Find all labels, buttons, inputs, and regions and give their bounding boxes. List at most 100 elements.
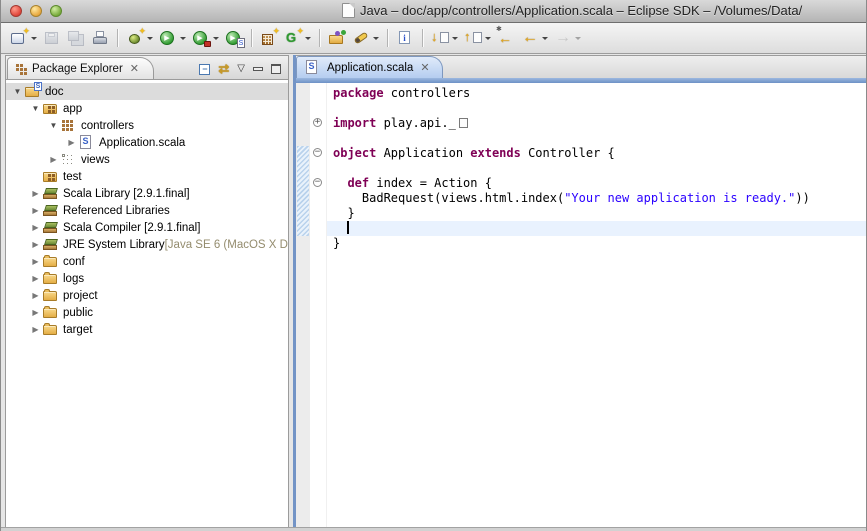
open-type-button[interactable] (325, 26, 349, 50)
collapsed-arrow-icon[interactable]: ▶ (29, 189, 42, 198)
tree-item-views[interactable]: ▶views (6, 151, 288, 168)
link-with-editor-icon[interactable]: ⇄ (218, 63, 229, 75)
tree-item-public[interactable]: ▶public (6, 304, 288, 321)
package-folder-icon (42, 101, 59, 116)
run-scala-application-button[interactable] (222, 26, 246, 50)
fold-collapse-icon[interactable]: − (313, 148, 322, 157)
tree-item-conf[interactable]: ▶conf (6, 253, 288, 270)
code-line-7[interactable]: def index = Action { (327, 176, 866, 191)
collapsed-region-icon[interactable] (459, 118, 468, 128)
save-button[interactable] (40, 26, 64, 50)
dropdown-arrow-icon[interactable] (31, 37, 37, 43)
dropdown-arrow-icon[interactable] (575, 37, 581, 43)
minimize-window-button[interactable] (30, 5, 42, 17)
debug-button[interactable] (123, 26, 156, 50)
code-line-4[interactable] (327, 131, 866, 146)
previous-annotation-button[interactable] (461, 26, 494, 50)
fold-collapse-icon[interactable]: − (313, 178, 322, 187)
show-source-info-button[interactable] (393, 26, 417, 50)
package-explorer-title: Package Explorer (32, 63, 123, 75)
zoom-window-button[interactable] (50, 5, 62, 17)
collapsed-arrow-icon[interactable]: ▶ (29, 291, 42, 300)
minimize-icon[interactable] (253, 67, 263, 71)
tree-item-scala-library-2-9-1-final[interactable]: ▶Scala Library [2.9.1.final] (6, 185, 288, 202)
folding-ruler: + − − (310, 83, 327, 528)
tree-item-referenced-libraries[interactable]: ▶Referenced Libraries (6, 202, 288, 219)
collapsed-arrow-icon[interactable]: ▶ (29, 257, 42, 266)
tree-item-jre-system-library[interactable]: ▶JRE System Library [Java SE 6 (MacOS X … (6, 236, 288, 253)
tree-item-label: Scala Compiler [2.9.1.final] (63, 222, 200, 234)
dropdown-arrow-icon[interactable] (485, 37, 491, 43)
expanded-arrow-icon[interactable]: ▼ (11, 87, 24, 96)
code-line-8[interactable]: BadRequest(views.html.index("Your new ap… (327, 191, 866, 206)
dropdown-arrow-icon[interactable] (180, 37, 186, 43)
code-line-3[interactable]: import play.api._ (327, 116, 866, 131)
run-external-tools-button[interactable] (189, 26, 222, 50)
run-button[interactable] (156, 26, 189, 50)
last-edit-location-button[interactable] (494, 26, 518, 50)
last-edit-location-icon (497, 29, 515, 47)
code-line-1[interactable]: package controllers (327, 86, 866, 101)
package-explorer-view: Package Explorer ✕ −⇄ ▽ ▼doc▼app▼controll… (5, 55, 289, 528)
collapsed-arrow-icon[interactable]: ▶ (29, 240, 42, 249)
back-button[interactable] (518, 26, 551, 50)
close-view-icon[interactable]: ✕ (130, 64, 139, 74)
tree-item-app[interactable]: ▼app (6, 100, 288, 117)
print-icon (91, 29, 109, 47)
new-package-button[interactable] (257, 26, 281, 50)
view-menu-icon[interactable]: ▽ (237, 64, 245, 74)
collapsed-arrow-icon[interactable]: ▶ (29, 325, 42, 334)
tree-item-project[interactable]: ▶project (6, 287, 288, 304)
tree-item-target[interactable]: ▶target (6, 321, 288, 338)
editor-tab-application-scala[interactable]: Application.scala ✕ (296, 56, 443, 78)
close-editor-icon[interactable]: ✕ (420, 63, 429, 73)
next-annotation-button[interactable] (428, 26, 461, 50)
dropdown-arrow-icon[interactable] (542, 37, 548, 43)
collapsed-arrow-icon[interactable]: ▶ (29, 206, 42, 215)
close-window-button[interactable] (10, 5, 22, 17)
fold-expand-icon[interactable]: + (313, 118, 322, 127)
code-line-9[interactable]: } (327, 206, 866, 221)
tree-item-application-scala[interactable]: ▶Application.scala (6, 134, 288, 151)
toolbar-separator (251, 29, 252, 47)
new-wizard-icon (10, 29, 28, 47)
code-line-6[interactable] (327, 161, 866, 176)
maximize-icon[interactable] (271, 64, 281, 74)
tree-item-test[interactable]: test (6, 168, 288, 185)
print-button[interactable] (88, 26, 112, 50)
search-button[interactable] (349, 26, 382, 50)
new-class-button[interactable] (281, 26, 314, 50)
dropdown-arrow-icon[interactable] (373, 37, 379, 43)
package-explorer-tab[interactable]: Package Explorer ✕ (7, 57, 154, 79)
expanded-arrow-icon[interactable]: ▼ (29, 104, 42, 113)
code-line-10[interactable] (327, 221, 866, 236)
folder-icon (42, 305, 59, 320)
save-all-button[interactable] (64, 26, 88, 50)
titlebar: Java – doc/app/controllers/Application.s… (1, 0, 866, 23)
code-line-11[interactable]: } (327, 236, 866, 251)
collapsed-arrow-icon[interactable]: ▶ (29, 274, 42, 283)
collapsed-arrow-icon[interactable]: ▶ (65, 138, 78, 147)
package-explorer-header: Package Explorer ✕ −⇄ ▽ (6, 56, 288, 80)
new-class-icon (284, 29, 302, 47)
tree-item-controllers[interactable]: ▼controllers (6, 117, 288, 134)
folder-icon (42, 322, 59, 337)
dropdown-arrow-icon[interactable] (213, 37, 219, 43)
dropdown-arrow-icon[interactable] (452, 37, 458, 43)
collapsed-arrow-icon[interactable]: ▶ (29, 308, 42, 317)
tree-item-scala-compiler-2-9-1-final[interactable]: ▶ Scala Compiler [2.9.1.final] (6, 219, 288, 236)
tree-item-logs[interactable]: ▶logs (6, 270, 288, 287)
collapsed-arrow-icon[interactable]: ▶ (29, 223, 42, 232)
code-line-2[interactable] (327, 101, 866, 116)
collapse-all-icon[interactable]: − (199, 64, 210, 75)
dropdown-arrow-icon[interactable] (147, 37, 153, 43)
code-line-5[interactable]: object Application extends Controller { (327, 146, 866, 161)
code-editor[interactable]: package controllers import play.api._obje… (327, 83, 866, 528)
collapsed-arrow-icon[interactable]: ▶ (47, 155, 60, 164)
expanded-arrow-icon[interactable]: ▼ (47, 121, 60, 130)
dropdown-arrow-icon[interactable] (305, 37, 311, 43)
new-wizard-button[interactable] (7, 26, 40, 50)
next-annotation-icon (431, 29, 449, 47)
forward-button[interactable] (551, 26, 584, 50)
tree-item-doc[interactable]: ▼doc (6, 83, 288, 100)
